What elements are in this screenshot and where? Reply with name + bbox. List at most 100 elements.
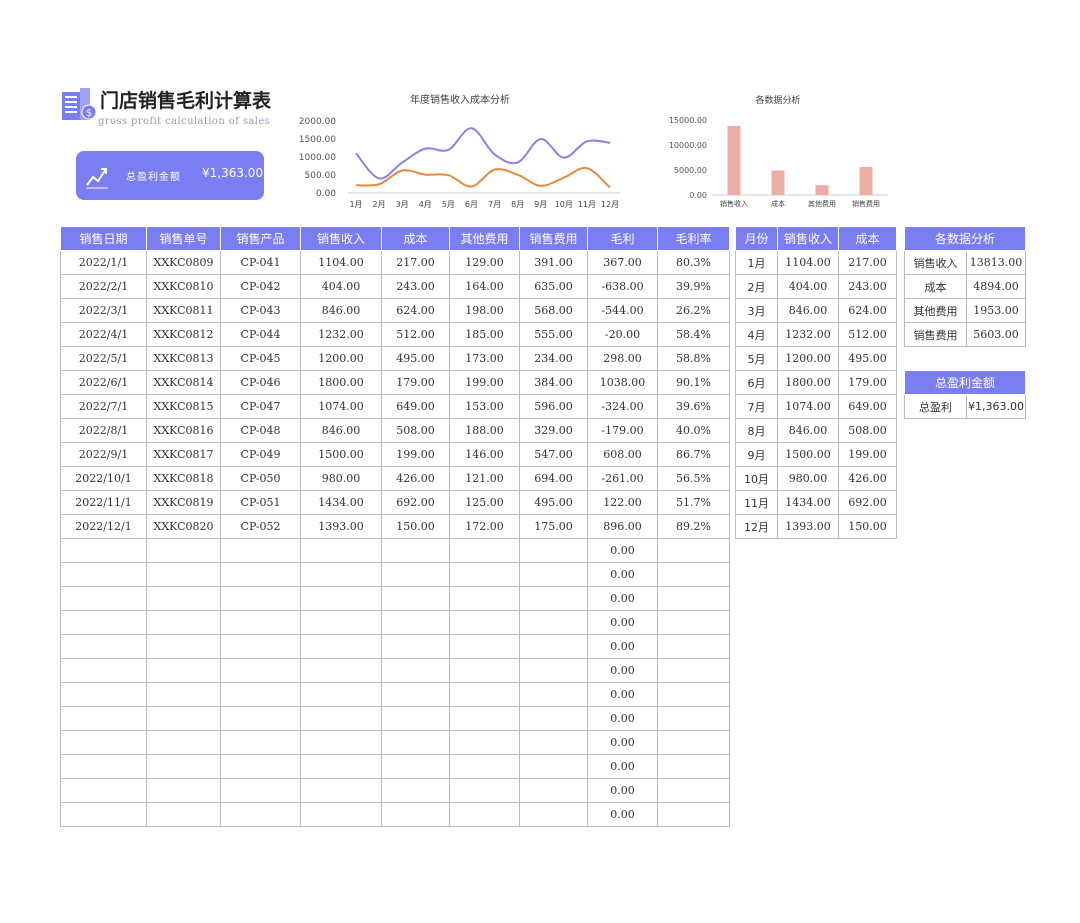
sales-table-cell: 596.00 (519, 394, 588, 419)
sales-table-cell: 0.00 (587, 730, 658, 755)
x-tick-label: 成本 (771, 199, 785, 208)
sales-table-cell (60, 610, 147, 635)
sales-table-row: 0.00 (60, 802, 730, 827)
sales-table-cell: 1074.00 (300, 394, 382, 419)
total-profit-label: 总盈利金额 (126, 172, 181, 183)
sales-table-cell: 1200.00 (300, 346, 382, 371)
sales-table-cell (449, 730, 520, 755)
sales-table-cell (449, 706, 520, 731)
x-tick-label: 12月 (601, 200, 619, 209)
sales-table-cell (146, 634, 221, 659)
sales-table-cell (519, 658, 588, 683)
monthly-table-cell: 512.00 (838, 322, 897, 347)
y-tick-label: 1500.00 (299, 135, 336, 145)
sales-table-cell: XXKC0819 (146, 490, 221, 515)
sales-table-cell (146, 682, 221, 707)
sales-table-cell (220, 610, 301, 635)
sales-table-cell: XXKC0811 (146, 298, 221, 323)
sales-table-cell: XXKC0813 (146, 346, 221, 371)
sales-table-cell: 86.7% (657, 442, 730, 467)
sales-table-cell (519, 682, 588, 707)
sales-table-cell: CP-043 (220, 298, 301, 323)
monthly-table-cell: 150.00 (838, 514, 897, 539)
sales-table: 销售日期 销售单号 销售产品 销售收入 成本 其他费用 销售费用 毛利 毛利率 2022/1/1… (60, 226, 730, 827)
sales-table-cell (300, 562, 382, 587)
sales-table-row: 2022/3/1 XXKC0811 CP-043 846.00 624.00 198.00… (60, 298, 730, 323)
sales-table-cell (657, 682, 730, 707)
sales-table-cell: 2022/8/1 (60, 418, 147, 443)
sales-table-cell: 179.00 (381, 370, 450, 395)
sales-table-row: 0.00 (60, 538, 730, 563)
sales-table-cell (381, 802, 450, 827)
sales-table-row: 2022/2/1 XXKC0810 CP-042 404.00 243.00 164.00… (60, 274, 730, 299)
sales-table-cell (300, 658, 382, 683)
sales-table-cell (60, 562, 147, 587)
sales-table-cell (519, 586, 588, 611)
sales-table-cell: XXKC0817 (146, 442, 221, 467)
sales-table-cell: 2022/12/1 (60, 514, 147, 539)
y-tick-label: 10000.00 (669, 141, 707, 150)
sales-table-cell: 172.00 (449, 514, 520, 539)
sales-table-cell (449, 778, 520, 803)
sales-table-cell (220, 634, 301, 659)
sales-table-cell (146, 754, 221, 779)
sales-table-row: 0.00 (60, 778, 730, 803)
sales-table-cell: 404.00 (300, 274, 382, 299)
sales-table-cell (657, 538, 730, 563)
sales-table-cell: -261.00 (587, 466, 658, 491)
sales-table-row: 2022/5/1 XXKC0813 CP-045 1200.00 495.00 173.0… (60, 346, 730, 371)
monthly-table-cell: 846.00 (777, 418, 839, 443)
sales-table-cell (300, 610, 382, 635)
x-tick-label: 8月 (511, 200, 524, 209)
monthly-table-cell: 4月 (735, 322, 778, 347)
sales-table-cell (657, 802, 730, 827)
sales-table-row: 2022/11/1 XXKC0819 CP-051 1434.00 692.00 125.… (60, 490, 730, 515)
sales-table-cell: 1500.00 (300, 442, 382, 467)
sales-table-cell: 2022/10/1 (60, 466, 147, 491)
sales-table-cell: 0.00 (587, 802, 658, 827)
sales-table-header: 毛利 (587, 226, 658, 251)
x-tick-label: 7月 (488, 200, 501, 209)
sales-table-cell (519, 802, 588, 827)
sales-table-cell: 846.00 (300, 418, 382, 443)
monthly-table-cell: 1500.00 (777, 442, 839, 467)
y-tick-label: 5000.00 (674, 166, 707, 175)
sales-table-cell: 150.00 (381, 514, 450, 539)
sales-table-cell: 146.00 (449, 442, 520, 467)
sales-table-cell (300, 706, 382, 731)
page-title: 门店销售毛利计算表 (100, 90, 272, 112)
sales-table-row: 2022/12/1 XXKC0820 CP-052 1393.00 150.00 172.… (60, 514, 730, 539)
monthly-table-row: 1月 1104.00 217.00 (735, 250, 897, 275)
sales-table-cell (300, 754, 382, 779)
sales-table-cell: 512.00 (381, 322, 450, 347)
monthly-table-cell: 9月 (735, 442, 778, 467)
sales-table-cell: 90.1% (657, 370, 730, 395)
sales-table-cell (381, 682, 450, 707)
sales-table-cell (519, 706, 588, 731)
x-tick-label: 6月 (465, 200, 478, 209)
sales-table-cell: 243.00 (381, 274, 450, 299)
sales-table-cell (381, 610, 450, 635)
sales-table-cell: 2022/7/1 (60, 394, 147, 419)
sales-table-cell: 153.00 (449, 394, 520, 419)
sales-table-row: 2022/7/1 XXKC0815 CP-047 1074.00 649.00 153.0… (60, 394, 730, 419)
sales-table-cell (60, 538, 147, 563)
sales-table-cell: 2022/11/1 (60, 490, 147, 515)
monthly-table-cell: 1200.00 (777, 346, 839, 371)
sales-table-cell (657, 658, 730, 683)
sales-table-cell (60, 706, 147, 731)
monthly-table-cell: 217.00 (838, 250, 897, 275)
sales-table-cell: CP-046 (220, 370, 301, 395)
sales-table-row: 2022/8/1 XXKC0816 CP-048 846.00 508.00 188.00… (60, 418, 730, 443)
sales-table-cell: 198.00 (449, 298, 520, 323)
sales-table-cell: 0.00 (587, 610, 658, 635)
sales-table-cell: CP-051 (220, 490, 301, 515)
sales-table-cell (146, 610, 221, 635)
sales-table-cell: CP-050 (220, 466, 301, 491)
sales-table-row: 0.00 (60, 706, 730, 731)
sales-table-cell: 173.00 (449, 346, 520, 371)
sales-table-cell (657, 706, 730, 731)
page-subtitle: gross profit calculation of sales (98, 116, 271, 127)
analysis-table-cell: 13813.00 (966, 250, 1026, 275)
monthly-table-cell: 692.00 (838, 490, 897, 515)
